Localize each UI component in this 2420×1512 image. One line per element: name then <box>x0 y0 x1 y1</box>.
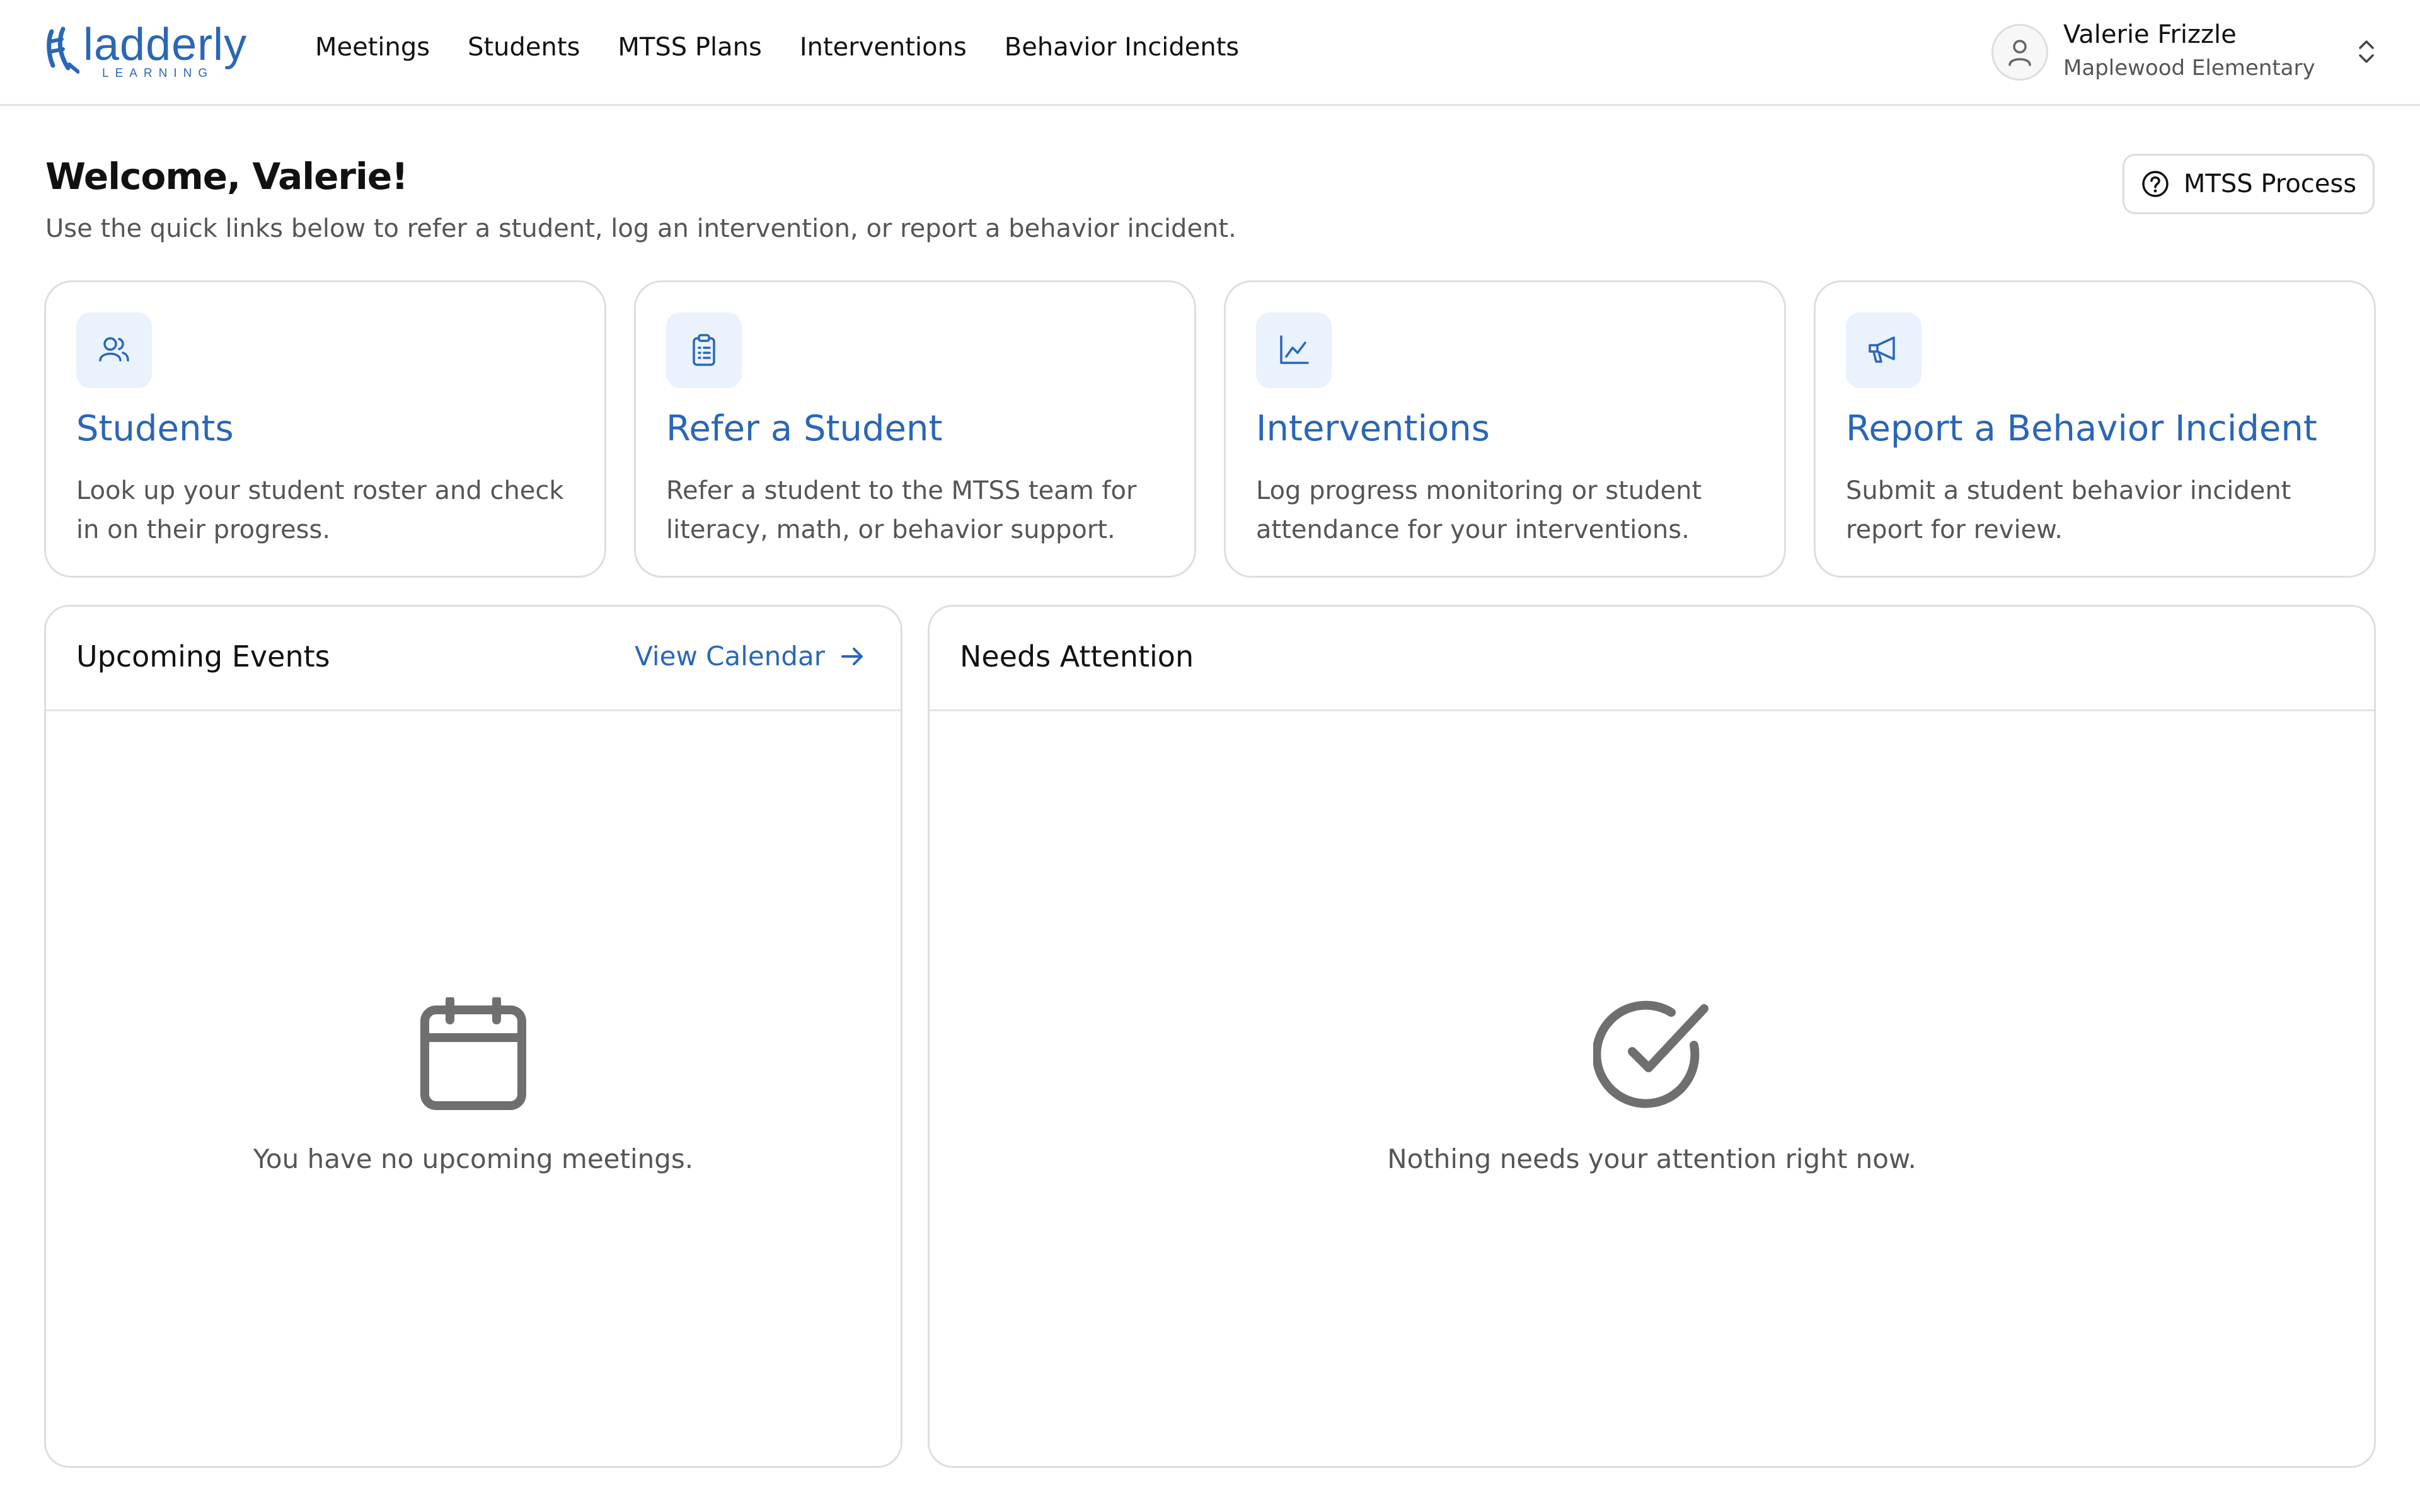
user-icon <box>2008 40 2031 66</box>
page-subtitle: Use the quick links below to refer a stu… <box>45 214 1236 243</box>
card-interventions[interactable]: Interventions Log progress monitoring or… <box>1224 280 1786 578</box>
card-refer-student[interactable]: Refer a Student Refer a student to the M… <box>634 280 1196 578</box>
page-title: Welcome, Valerie! <box>45 155 408 198</box>
upcoming-events-panel: Upcoming Events View Calendar You have n… <box>44 605 902 1468</box>
line-chart-icon <box>1280 335 1309 364</box>
logo-wordmark: ladderly <box>83 20 248 70</box>
empty-state-text: You have no upcoming meetings. <box>253 1143 694 1174</box>
user-name: Valerie Frizzle <box>2063 20 2237 49</box>
needs-attention-panel: Needs Attention Nothing needs your atten… <box>928 605 2376 1468</box>
avatar <box>1991 24 2048 81</box>
user-school: Maplewood Elementary <box>2063 55 2315 81</box>
ladder-logo-icon <box>47 26 79 74</box>
calendar-icon <box>420 997 526 1110</box>
main-nav: Meetings Students MTSS Plans Interventio… <box>315 33 1239 62</box>
users-icon <box>99 337 129 362</box>
card-title: Refer a Student <box>666 408 943 449</box>
panel-title: Upcoming Events <box>76 639 330 673</box>
nav-mtss-plans[interactable]: MTSS Plans <box>618 33 761 62</box>
view-calendar-label: View Calendar <box>635 641 825 672</box>
clipboard-icon <box>693 334 715 366</box>
card-description: Refer a student to the MTSS team for lit… <box>666 476 1137 544</box>
top-navigation-bar: ladderly LEARNING Meetings Students MTSS… <box>0 0 2420 106</box>
view-calendar-link[interactable]: View Calendar <box>635 641 865 672</box>
user-menu[interactable]: Valerie Frizzle Maplewood Elementary <box>1991 19 2376 88</box>
nav-behavior-incidents[interactable]: Behavior Incidents <box>1005 33 1239 62</box>
panel-header: Needs Attention <box>930 607 2374 711</box>
card-title: Report a Behavior Incident <box>1846 408 2317 449</box>
panel-header: Upcoming Events View Calendar <box>46 607 901 711</box>
chevron-up-down-icon[interactable] <box>2357 38 2376 66</box>
mtss-process-button[interactable]: MTSS Process <box>2123 154 2375 214</box>
card-report-behavior-incident[interactable]: Report a Behavior Incident Submit a stud… <box>1814 280 2376 578</box>
logo-tagline: LEARNING <box>102 67 214 80</box>
megaphone-icon <box>1869 336 1895 363</box>
card-description: Look up your student roster and check in… <box>76 476 564 544</box>
check-circle-icon <box>1593 1000 1708 1108</box>
card-icon-bg <box>76 312 152 388</box>
card-icon-bg <box>666 312 742 388</box>
help-circle-icon <box>2142 171 2169 197</box>
card-title: Students <box>76 408 234 449</box>
card-description: Log progress monitoring or student atten… <box>1256 476 1702 544</box>
card-icon-bg <box>1846 312 1922 388</box>
nav-students[interactable]: Students <box>468 33 580 62</box>
arrow-right-icon <box>841 647 863 665</box>
panel-title: Needs Attention <box>960 639 1194 673</box>
card-description: Submit a student behavior incident repor… <box>1846 476 2291 544</box>
card-icon-bg <box>1256 312 1332 388</box>
mtss-process-label: MTSS Process <box>2183 169 2357 198</box>
nav-interventions[interactable]: Interventions <box>800 33 967 62</box>
card-students[interactable]: Students Look up your student roster and… <box>44 280 606 578</box>
card-title: Interventions <box>1256 408 1490 449</box>
nav-meetings[interactable]: Meetings <box>315 33 430 62</box>
empty-state-text: Nothing needs your attention right now. <box>1387 1143 1916 1174</box>
ladderly-logo[interactable]: ladderly LEARNING <box>44 20 258 83</box>
quick-links: Students Look up your student roster and… <box>44 280 2376 578</box>
